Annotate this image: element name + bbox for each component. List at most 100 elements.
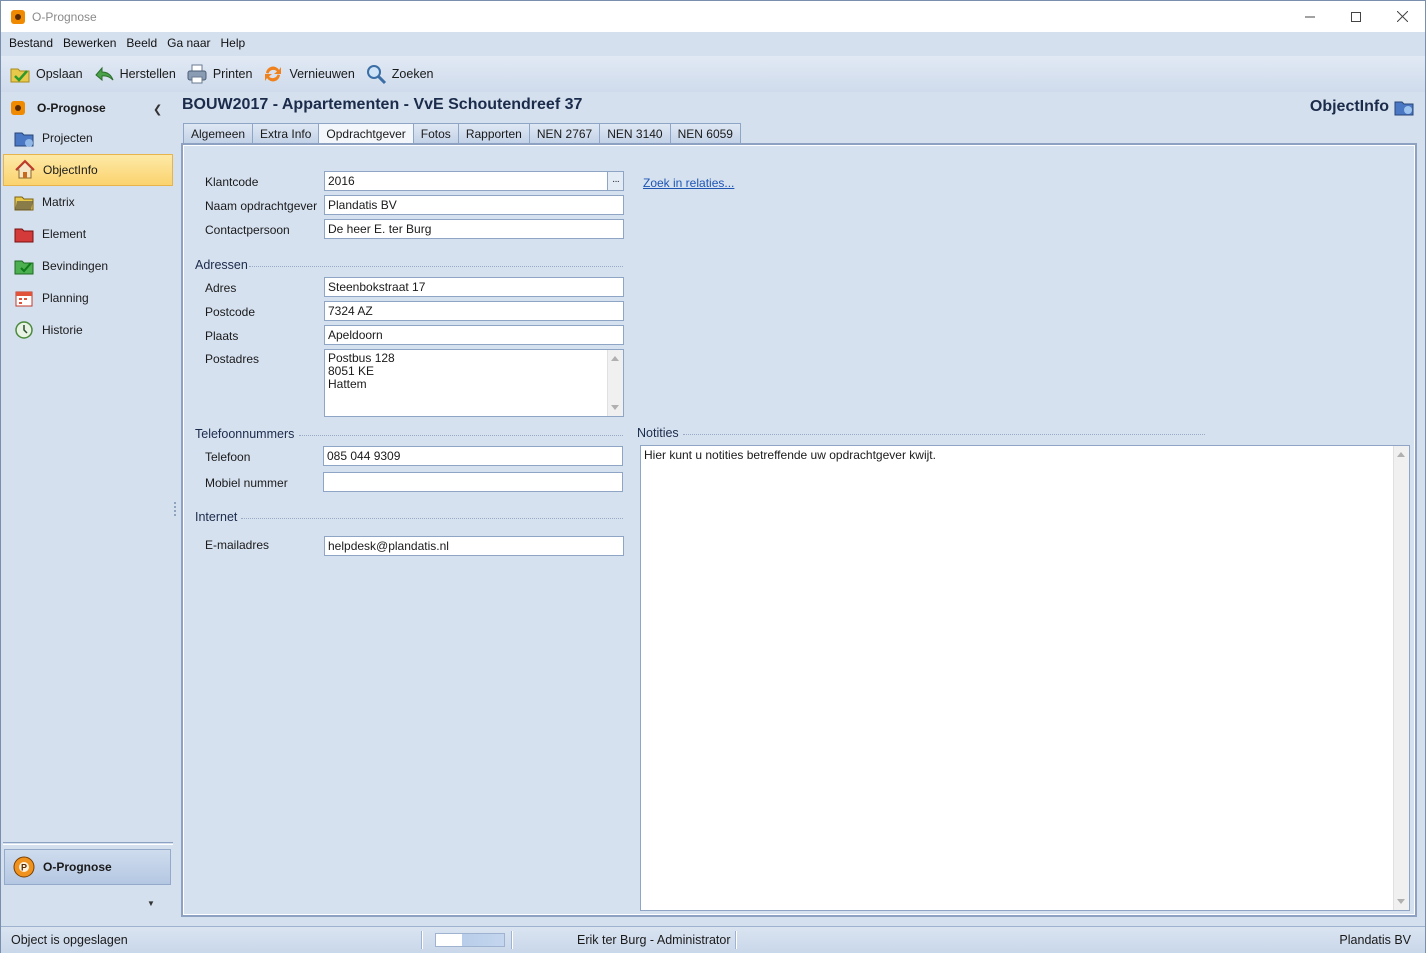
postcode-label: Postcode — [205, 305, 256, 319]
telefoon-field[interactable]: 085 044 9309 — [323, 446, 623, 466]
status-company: Plandatis BV — [1339, 933, 1411, 947]
calendar-icon — [15, 291, 33, 307]
sidebar-item-label: Projecten — [42, 131, 93, 145]
contactpersoon-field[interactable]: De heer E. ter Burg — [324, 219, 624, 239]
tab-nen-2767[interactable]: NEN 2767 — [528, 123, 600, 144]
maximize-button[interactable] — [1333, 1, 1379, 32]
klantcode-field[interactable]: 2016 — [324, 171, 608, 191]
sidebar-item-projecten[interactable]: Projecten — [3, 122, 173, 154]
postadres-line: Hattem — [328, 377, 367, 391]
matrix-folder-icon — [14, 196, 34, 211]
printer-icon — [187, 64, 207, 84]
o-prognose-logo-icon: P — [13, 856, 35, 878]
save-label: Opslaan — [36, 67, 83, 81]
refresh-icon — [265, 66, 282, 82]
group-divider — [241, 518, 623, 519]
postadres-label: Postadres — [205, 352, 260, 366]
naam-label: Naam opdrachtgever — [205, 199, 318, 213]
splitter-grip[interactable] — [173, 501, 177, 517]
refresh-button[interactable]: Vernieuwen — [262, 63, 355, 85]
adres-field[interactable]: Steenbokstraat 17 — [324, 277, 624, 297]
plaats-label: Plaats — [205, 329, 239, 343]
internet-group-title: Internet — [195, 510, 238, 524]
scroll-down-icon[interactable] — [1397, 899, 1405, 904]
minimize-icon — [1305, 16, 1315, 17]
menu-bewerken[interactable]: Bewerken — [58, 36, 121, 50]
notities-text: Hier kunt u notities betreffende uw opdr… — [644, 448, 936, 462]
status-bar: Object is opgeslagen Erik ter Burg - Adm… — [1, 926, 1425, 953]
scroll-up-icon[interactable] — [1397, 452, 1405, 457]
klantcode-lookup-button[interactable]: ··· — [607, 171, 624, 191]
save-button[interactable]: Opslaan — [9, 63, 83, 85]
print-label: Printen — [212, 67, 253, 81]
module-title: ObjectInfo — [1310, 97, 1415, 117]
tab-nen-3140[interactable]: NEN 3140 — [599, 123, 670, 144]
postadres-scrollbar[interactable] — [607, 350, 623, 416]
status-separator — [511, 931, 513, 949]
status-separator — [735, 931, 737, 949]
postadres-line: 8051 KE — [328, 364, 375, 378]
status-progress-bar — [435, 933, 505, 947]
tab-rapporten[interactable]: Rapporten — [457, 123, 529, 144]
search-icon — [366, 65, 386, 85]
telefoon-group-title: Telefoonnummers — [195, 427, 295, 441]
mobiel-nummer-field[interactable] — [323, 472, 623, 492]
minimize-button[interactable] — [1287, 1, 1333, 32]
app-window: O-Prognose Bestand Bewerken Beeld Ga naa… — [0, 0, 1426, 953]
title-bar: O-Prognose — [1, 1, 1425, 32]
notities-field[interactable]: Hier kunt u notities betreffende uw opdr… — [640, 445, 1410, 911]
maximize-icon — [1351, 11, 1361, 22]
restore-button[interactable]: Herstellen — [93, 63, 176, 85]
print-button[interactable]: Printen — [186, 63, 253, 85]
menu-ga-naar[interactable]: Ga naar — [162, 36, 215, 50]
scroll-up-icon[interactable] — [611, 356, 619, 361]
svg-text:P: P — [21, 863, 27, 873]
menu-bar: Bestand Bewerken Beeld Ga naar Help — [1, 32, 1425, 54]
status-message: Object is opgeslagen — [11, 933, 128, 947]
tab-fotos[interactable]: Fotos — [412, 123, 458, 144]
notities-scrollbar[interactable] — [1393, 446, 1409, 910]
sidebar-item-planning[interactable]: Planning — [3, 282, 173, 314]
menu-beeld[interactable]: Beeld — [121, 36, 162, 50]
history-clock-icon — [15, 321, 33, 339]
close-button[interactable] — [1379, 1, 1425, 32]
scroll-down-icon[interactable] — [611, 405, 619, 410]
app-logo-icon — [11, 9, 25, 24]
tab-nen-6059[interactable]: NEN 6059 — [669, 123, 741, 144]
sidebar-item-historie[interactable]: Historie — [3, 314, 173, 346]
plaats-field[interactable]: Apeldoorn — [324, 325, 624, 345]
nav-dropdown-icon[interactable]: ▼ — [147, 899, 155, 908]
nav-module-button[interactable]: P O-Prognose — [4, 849, 171, 885]
sidebar-item-label: Element — [42, 227, 87, 241]
naam-opdrachtgever-field[interactable]: Plandatis BV — [324, 195, 624, 215]
tab-extra-info[interactable]: Extra Info — [252, 123, 319, 144]
objectinfo-icon — [1394, 101, 1414, 116]
page-title: BOUW2017 - Appartementen - VvE Schoutend… — [182, 96, 583, 113]
notities-group-title: Notities — [637, 426, 679, 440]
sidebar-item-bevindingen[interactable]: Bevindingen — [3, 250, 173, 282]
menu-help[interactable]: Help — [215, 36, 250, 50]
search-button[interactable]: Zoeken — [365, 63, 434, 85]
sidebar-item-matrix[interactable]: Matrix — [3, 186, 173, 218]
postadres-field[interactable]: Postbus 128 8051 KE Hattem — [324, 349, 624, 417]
sidebar-item-objectinfo[interactable]: ObjectInfo — [3, 154, 173, 186]
email-field[interactable]: helpdesk@plandatis.nl — [324, 536, 624, 556]
findings-folder-icon — [14, 260, 34, 275]
status-separator — [421, 931, 423, 949]
save-folder-icon — [10, 68, 30, 83]
zoek-in-relaties-link[interactable]: Zoek in relaties... — [643, 176, 734, 190]
group-divider — [683, 434, 1205, 435]
search-label: Zoeken — [391, 67, 434, 81]
nav-module-label: O-Prognose — [43, 860, 112, 874]
tab-algemeen[interactable]: Algemeen — [183, 123, 253, 144]
sidebar-item-element[interactable]: Element — [3, 218, 173, 250]
group-divider — [299, 435, 623, 436]
projects-icon — [14, 132, 34, 147]
postcode-field[interactable]: 7324 AZ — [324, 301, 624, 321]
tab-opdrachtgever[interactable]: Opdrachtgever — [318, 123, 413, 145]
menu-bestand[interactable]: Bestand — [4, 36, 58, 50]
collapse-chevron-icon[interactable]: ❮ — [153, 103, 162, 116]
sidebar-item-label: Planning — [42, 291, 89, 305]
app-logo-icon — [11, 101, 25, 115]
telefoon-label: Telefoon — [205, 450, 251, 464]
